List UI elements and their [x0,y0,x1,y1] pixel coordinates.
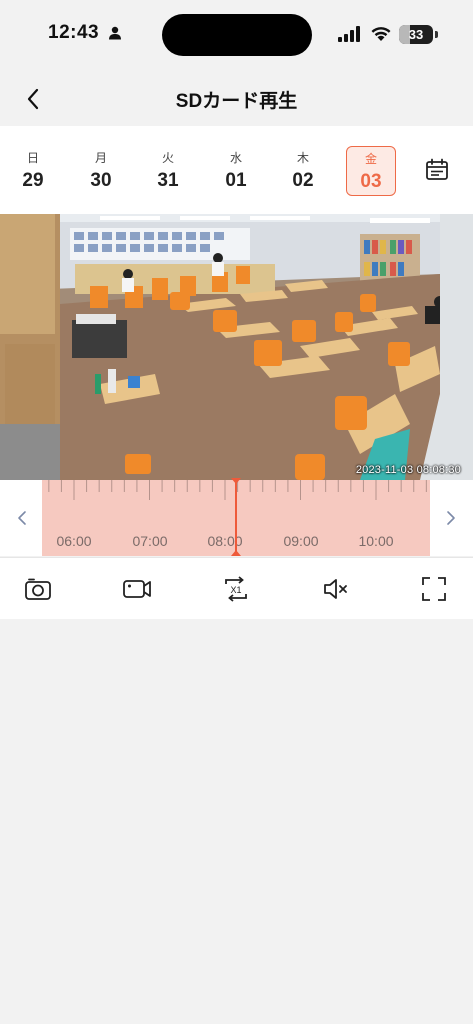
snapshot-button[interactable] [22,573,54,605]
fullscreen-icon [422,577,446,601]
video-timestamp: 2023-11-03 08:08:30 [355,464,461,476]
timeline-label: 07:00 [132,533,168,549]
timeline: 06:00 07:00 08:00 09:00 10:00 [0,478,473,556]
timeline-label: 10:00 [358,533,394,549]
timeline-label: 06:00 [56,533,92,549]
camera-feed-image [0,214,473,480]
date-item[interactable]: 日 29 [7,146,59,196]
timeline-label: 08:00 [207,533,243,549]
dynamic-island [162,14,312,56]
person-icon [108,26,122,45]
video-player[interactable]: 2023-11-03 08:08:30 [0,214,473,480]
date-weekday: 火 [161,151,174,165]
battery-indicator: 33 [399,25,433,44]
timeline-playhead[interactable] [235,480,237,556]
svg-text:X1: X1 [230,585,241,595]
date-weekday: 金 [364,152,377,166]
date-number: 31 [157,170,179,191]
battery-tip [435,31,438,38]
date-weekday: 月 [94,151,107,165]
video-camera-icon [123,580,151,598]
calendar-icon [426,158,448,180]
speed-x1-icon: X1 [225,576,247,602]
date-number: 03 [360,171,382,192]
date-strip: 日 29 月 30 火 31 水 01 木 02 金 03 [0,126,473,214]
chevron-right-icon [447,511,455,525]
cellular-signal-icon [338,26,362,47]
wifi-icon [370,24,392,47]
timeline-prev-button[interactable] [8,504,36,532]
speed-button[interactable]: X1 [220,573,252,605]
playback-controls: X1 [0,557,473,619]
calendar-button[interactable] [424,157,452,185]
battery-percent: 33 [408,27,424,42]
date-number: 02 [292,170,314,191]
status-bar: 12:43 33 [0,0,473,72]
date-weekday: 木 [296,151,309,165]
date-item[interactable]: 木 02 [277,146,329,196]
date-number: 01 [225,170,247,191]
date-item-selected[interactable]: 金 03 [346,146,396,196]
playhead-top-marker [231,478,241,484]
timeline-next-button[interactable] [437,504,465,532]
timeline-label: 09:00 [283,533,319,549]
date-number: 29 [22,170,44,191]
speaker-muted-icon [324,579,347,599]
date-item[interactable]: 火 31 [142,146,194,196]
date-weekday: 水 [229,151,242,165]
page-title: SDカード再生 [175,91,298,112]
chevron-left-icon [18,511,26,525]
date-item[interactable]: 月 30 [75,146,127,196]
playhead-bottom-marker [231,550,241,556]
mute-button[interactable] [320,573,352,605]
nav-bar: SDカード再生 [0,72,473,126]
empty-content-area [0,619,473,1024]
camera-icon [25,578,51,600]
date-number: 30 [90,170,112,191]
status-time: 12:43 [48,22,100,43]
date-weekday: 日 [26,151,39,165]
fullscreen-button[interactable] [418,573,450,605]
record-button[interactable] [121,573,153,605]
date-item[interactable]: 水 01 [210,146,262,196]
